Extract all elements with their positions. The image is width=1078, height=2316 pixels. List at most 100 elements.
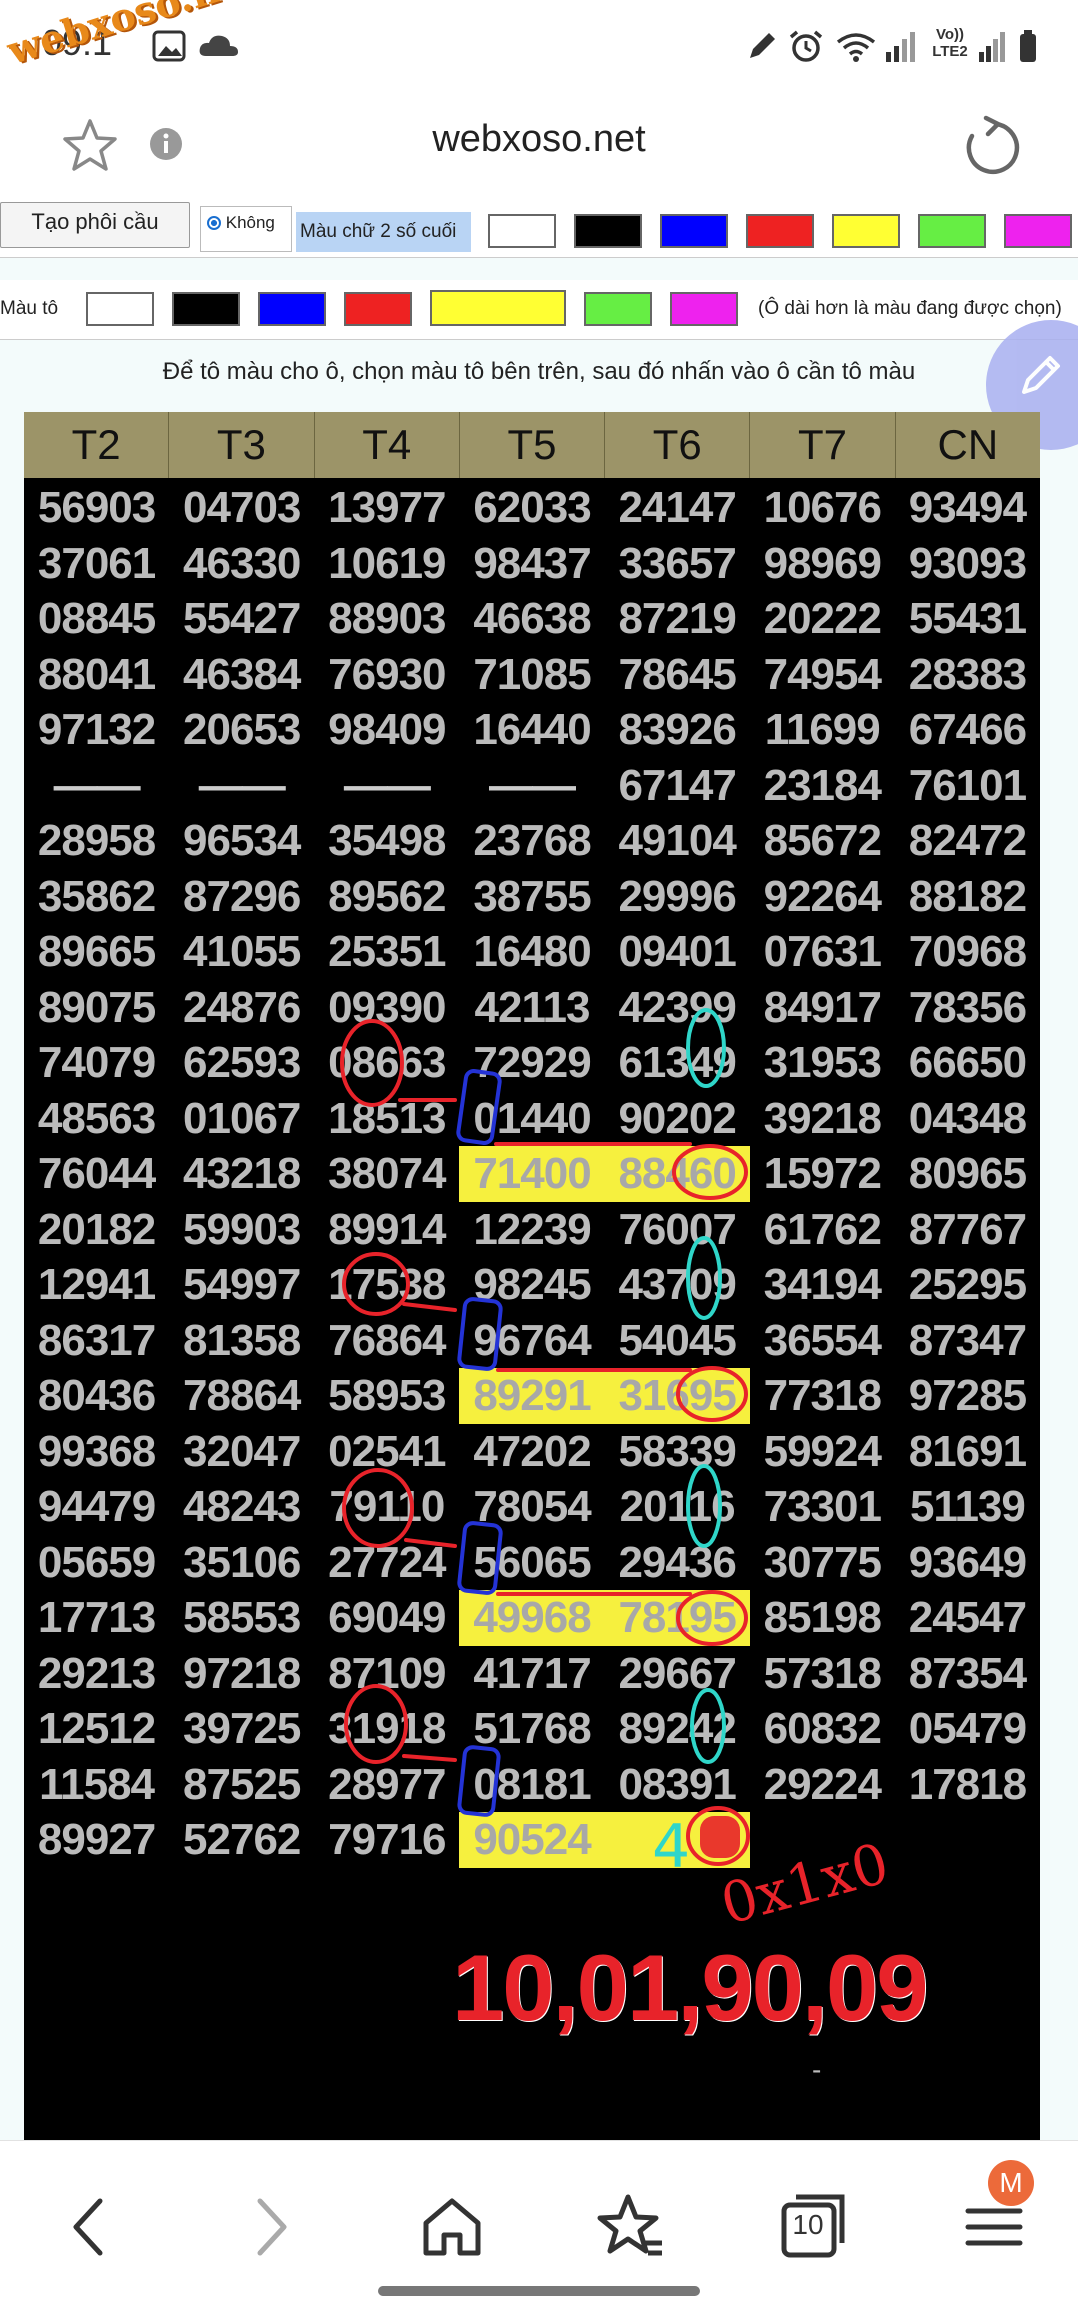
table-cell[interactable]: 35498 xyxy=(314,813,459,869)
table-cell[interactable]: 97132 xyxy=(24,702,169,758)
table-cell[interactable]: 31695 xyxy=(604,1368,750,1424)
table-cell[interactable]: 18513 xyxy=(314,1091,459,1147)
table-cell[interactable]: 31918 xyxy=(314,1701,459,1757)
table-cell[interactable]: 39218 xyxy=(750,1091,895,1147)
table-cell[interactable]: 27724 xyxy=(314,1535,459,1591)
table-cell[interactable]: 58553 xyxy=(169,1590,314,1646)
table-cell[interactable]: 97285 xyxy=(895,1368,1040,1424)
table-cell[interactable]: 20653 xyxy=(169,702,314,758)
table-cell[interactable]: 74079 xyxy=(24,1035,169,1091)
table-cell[interactable]: 85198 xyxy=(750,1590,895,1646)
table-cell[interactable]: 98437 xyxy=(459,536,604,592)
table-cell[interactable]: 96534 xyxy=(169,813,314,869)
table-cell[interactable]: 90202 xyxy=(605,1091,750,1147)
table-cell[interactable]: 78054 xyxy=(459,1479,604,1535)
table-cell[interactable]: —— xyxy=(169,758,314,814)
table-cell[interactable]: 08391 xyxy=(605,1757,750,1813)
table-cell[interactable]: 93494 xyxy=(895,480,1040,536)
table-cell[interactable]: 51768 xyxy=(459,1701,604,1757)
table-cell[interactable]: 78645 xyxy=(605,647,750,703)
table-cell[interactable]: 61349 xyxy=(605,1035,750,1091)
table-cell[interactable]: 78356 xyxy=(895,980,1040,1036)
table-cell[interactable]: 79110 xyxy=(314,1479,459,1535)
home-icon[interactable] xyxy=(412,2187,492,2267)
create-pattern-button[interactable]: Tạo phôi cầu xyxy=(0,202,190,248)
table-cell[interactable]: 88460 xyxy=(604,1146,750,1202)
table-cell[interactable]: 74954 xyxy=(750,647,895,703)
table-cell[interactable]: 20116 xyxy=(605,1479,750,1535)
table-cell[interactable]: 23768 xyxy=(459,813,604,869)
table-cell[interactable]: 31953 xyxy=(750,1035,895,1091)
reload-icon[interactable] xyxy=(958,114,1022,178)
table-cell[interactable]: 62593 xyxy=(169,1035,314,1091)
table-cell[interactable]: 58339 xyxy=(605,1424,750,1480)
table-cell[interactable]: 17818 xyxy=(895,1757,1040,1813)
table-cell[interactable]: 20182 xyxy=(24,1202,169,1258)
table-cell[interactable]: 90524 xyxy=(459,1812,605,1868)
table-cell[interactable]: 07631 xyxy=(750,924,895,980)
table-cell[interactable]: 35862 xyxy=(24,869,169,925)
table-cell[interactable]: 56065 xyxy=(459,1535,604,1591)
table-cell[interactable] xyxy=(895,1812,1040,1868)
table-cell[interactable]: 72929 xyxy=(459,1035,604,1091)
table-cell[interactable]: 29667 xyxy=(605,1646,750,1702)
table-cell[interactable]: 98245 xyxy=(459,1257,604,1313)
fill-color-red[interactable] xyxy=(344,292,412,326)
text-color-yellow[interactable] xyxy=(832,214,900,248)
table-cell[interactable]: 13977 xyxy=(314,480,459,536)
table-cell[interactable]: 38074 xyxy=(314,1146,459,1202)
table-cell[interactable]: 93649 xyxy=(895,1535,1040,1591)
fill-color-green[interactable] xyxy=(584,292,652,326)
table-cell[interactable]: 67466 xyxy=(895,702,1040,758)
table-cell[interactable]: 98409 xyxy=(314,702,459,758)
text-color-green[interactable] xyxy=(918,214,986,248)
table-cell[interactable]: 41717 xyxy=(459,1646,604,1702)
table-cell[interactable]: 79716 xyxy=(314,1812,459,1868)
table-cell[interactable]: 59903 xyxy=(169,1202,314,1258)
table-cell[interactable]: 12512 xyxy=(24,1701,169,1757)
table-cell[interactable]: 84917 xyxy=(750,980,895,1036)
table-cell[interactable]: 28977 xyxy=(314,1757,459,1813)
table-cell[interactable]: 30775 xyxy=(750,1535,895,1591)
table-cell[interactable]: 78195 xyxy=(604,1590,750,1646)
table-cell[interactable]: 33657 xyxy=(605,536,750,592)
fill-color-magenta[interactable] xyxy=(670,292,738,326)
table-cell[interactable]: 41055 xyxy=(169,924,314,980)
table-cell[interactable]: 87109 xyxy=(314,1646,459,1702)
table-cell[interactable]: 55427 xyxy=(169,591,314,647)
table-cell[interactable]: 69049 xyxy=(314,1590,459,1646)
table-cell[interactable]: 54045 xyxy=(605,1313,750,1369)
table-cell[interactable]: 88041 xyxy=(24,647,169,703)
table-cell[interactable]: 25351 xyxy=(314,924,459,980)
forward-icon[interactable] xyxy=(232,2187,312,2267)
table-cell[interactable]: 23184 xyxy=(750,758,895,814)
table-cell[interactable]: 46638 xyxy=(459,591,604,647)
text-color-white[interactable] xyxy=(488,214,556,248)
table-cell[interactable]: 85672 xyxy=(750,813,895,869)
table-cell[interactable]: 94479 xyxy=(24,1479,169,1535)
table-cell[interactable]: 37061 xyxy=(24,536,169,592)
table-cell[interactable]: 46330 xyxy=(169,536,314,592)
table-cell[interactable]: 01440 xyxy=(459,1091,604,1147)
table-cell[interactable]: 05659 xyxy=(24,1535,169,1591)
table-cell[interactable]: 89914 xyxy=(314,1202,459,1258)
fill-color-blue[interactable] xyxy=(258,292,326,326)
table-cell[interactable]: 24547 xyxy=(895,1590,1040,1646)
table-cell[interactable]: 29996 xyxy=(605,869,750,925)
table-cell[interactable]: 20222 xyxy=(750,591,895,647)
table-cell[interactable]: 43709 xyxy=(605,1257,750,1313)
radio-icon[interactable] xyxy=(207,216,221,230)
table-cell[interactable]: 73301 xyxy=(750,1479,895,1535)
table-cell[interactable]: 46384 xyxy=(169,647,314,703)
table-cell[interactable]: 34194 xyxy=(750,1257,895,1313)
table-cell[interactable]: 08181 xyxy=(459,1757,604,1813)
table-cell[interactable]: —— xyxy=(314,758,459,814)
table-cell[interactable]: 87525 xyxy=(169,1757,314,1813)
table-cell[interactable]: 49104 xyxy=(605,813,750,869)
table-cell[interactable]: 87347 xyxy=(895,1313,1040,1369)
bookmarks-icon[interactable] xyxy=(592,2187,672,2267)
table-cell[interactable]: 08663 xyxy=(314,1035,459,1091)
url-text[interactable]: webxoso.net xyxy=(0,118,1078,161)
table-cell[interactable]: 71400 xyxy=(459,1146,605,1202)
table-cell[interactable]: 04703 xyxy=(169,480,314,536)
